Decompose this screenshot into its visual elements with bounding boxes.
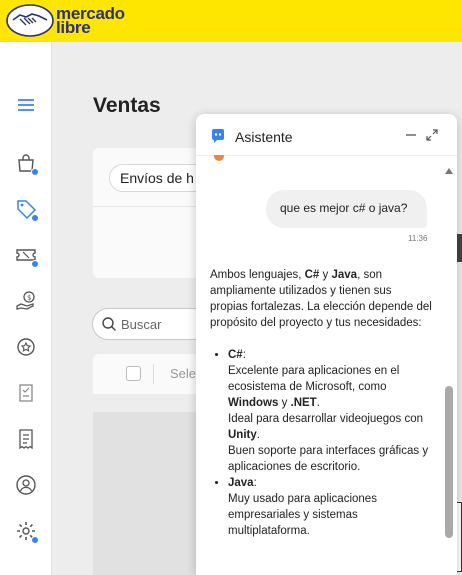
reply-bold-text: .NET: [290, 397, 317, 409]
notification-dot: [31, 214, 39, 222]
top-header: mercado libre: [0, 0, 462, 42]
sidebar-item-tickets[interactable]: [13, 242, 39, 268]
expand-icon[interactable]: [425, 128, 439, 142]
reply-text: Ideal para desarrollar videojuegos con: [228, 413, 423, 425]
receipt-icon: [19, 429, 33, 450]
search-icon: [102, 317, 116, 331]
list-heading: Java: [228, 477, 254, 489]
svg-text:$: $: [27, 294, 31, 302]
reply-bold-text: Windows: [228, 397, 279, 409]
notification-dot: [31, 260, 39, 268]
reply-bold-text: Unity: [228, 429, 257, 441]
user-message-bubble: que es mejor c# o java?: [266, 190, 427, 228]
reply-list: C#: Excelente para aplicaciones en el ec…: [228, 347, 432, 539]
reply-text: y: [319, 269, 332, 281]
list-item: C#:: [228, 347, 432, 363]
reply-text: .: [256, 429, 260, 441]
reply-intro: Ambos lenguajes, C# y Java, son ampliame…: [210, 267, 432, 331]
scroll-up-icon[interactable]: [445, 168, 453, 174]
list-item: Excelente para aplicaciones en el ecosis…: [210, 363, 432, 411]
money-hand-icon: $: [16, 291, 35, 310]
reply-bold-text: Java: [331, 269, 358, 281]
message-timestamp: 11:36: [408, 234, 428, 243]
sidebar-item-reputacion[interactable]: [13, 334, 39, 360]
reply-text: y: [278, 397, 291, 409]
sidebar-item-facturacion[interactable]: [13, 426, 39, 452]
list-item: Muy usado para aplicaciones empresariale…: [228, 493, 377, 537]
list-item: Ideal para desarrollar videojuegos con U…: [210, 411, 432, 443]
list-heading: C#: [228, 349, 243, 361]
assistant-reply: Ambos lenguajes, C# y Java, son ampliame…: [210, 267, 432, 539]
sidebar-item-perfil[interactable]: [13, 472, 39, 498]
assistant-header: Asistente: [196, 114, 457, 156]
select-all-checkbox[interactable]: [126, 366, 141, 381]
sidebar-item-tareas[interactable]: [13, 380, 39, 406]
sidebar-item-dinero[interactable]: $: [13, 288, 39, 314]
brand-wordmark: mercado libre: [56, 5, 125, 37]
reply-text: .: [316, 397, 320, 409]
minimize-icon[interactable]: [404, 128, 418, 142]
assistant-panel: Asistente que es mejor c# o java? 11:36 …: [196, 114, 457, 575]
search-placeholder: Buscar: [121, 316, 162, 332]
assistant-title: Asistente: [235, 129, 293, 145]
notification-dot: [31, 168, 39, 176]
handshake-logo-icon: [6, 4, 54, 37]
reply-text: Excelente para aplicaciones en el ecosis…: [228, 365, 400, 393]
avatar: [214, 155, 224, 161]
brand-line-2: libre: [56, 17, 91, 37]
mercado-libre-logo[interactable]: mercado libre: [6, 4, 125, 37]
sidebar-item-compras[interactable]: [13, 150, 39, 176]
scrollbar-thumb[interactable]: [445, 386, 453, 538]
sidebar-item-configuracion[interactable]: [13, 518, 39, 544]
profile-icon: [16, 475, 36, 495]
divider: [153, 364, 154, 384]
reply-text: Ambos lenguajes,: [210, 269, 305, 281]
chat-bot-icon: [212, 129, 224, 143]
notification-dot: [31, 536, 39, 544]
checklist-icon: [19, 384, 33, 402]
list-item: Java:: [228, 475, 432, 491]
page-title: Ventas: [93, 94, 161, 117]
sidebar: $: [0, 42, 52, 575]
medal-icon: [17, 338, 35, 356]
list-item: Buen soporte para interfaces gráficas y …: [228, 445, 429, 473]
menu-icon: [18, 99, 34, 111]
reply-bold-text: C#: [304, 269, 320, 281]
sidebar-menu-toggle[interactable]: [13, 92, 39, 118]
sidebar-item-ventas[interactable]: [13, 196, 39, 222]
